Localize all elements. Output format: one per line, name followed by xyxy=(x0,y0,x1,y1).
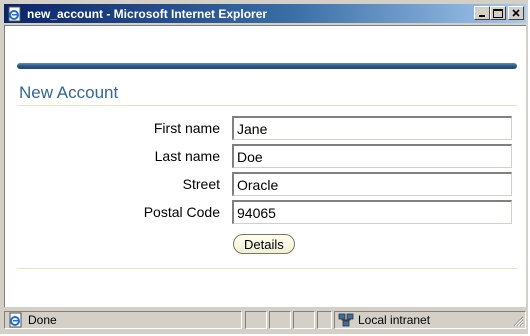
street-label: Street xyxy=(182,176,220,192)
status-pane xyxy=(317,311,332,329)
status-bar: Done Local intranet xyxy=(4,309,526,332)
last-name-label: Last name xyxy=(154,148,220,164)
title-divider xyxy=(17,105,517,106)
intranet-icon xyxy=(338,312,354,328)
browser-window: new_account - Microsoft Internet Explore… xyxy=(0,0,528,334)
maximize-button[interactable] xyxy=(490,6,506,20)
first-name-field[interactable] xyxy=(232,116,512,140)
first-name-label: First name xyxy=(153,120,220,136)
window-title: new_account - Microsoft Internet Explore… xyxy=(27,6,268,21)
bottom-divider xyxy=(17,268,517,269)
ie-page-icon xyxy=(8,312,24,328)
minimize-button[interactable] xyxy=(474,6,490,20)
zone-text: Local intranet xyxy=(358,313,431,327)
minimize-icon xyxy=(475,7,489,19)
brand-bar xyxy=(17,63,517,69)
postal-code-label: Postal Code xyxy=(143,204,220,220)
status-pane xyxy=(269,311,291,329)
caption-buttons xyxy=(474,6,524,20)
last-name-field[interactable] xyxy=(232,144,512,168)
status-main: Done xyxy=(4,311,242,329)
close-icon xyxy=(509,7,523,19)
postal-code-field[interactable] xyxy=(232,200,512,224)
ie-page-icon xyxy=(7,6,23,22)
status-pane xyxy=(245,311,267,329)
page-content: New Account First name Last name Street … xyxy=(4,25,526,307)
status-text: Done xyxy=(28,313,57,327)
street-field[interactable] xyxy=(232,172,512,196)
details-button[interactable]: Details xyxy=(233,234,295,254)
resize-grip-icon[interactable] xyxy=(512,315,524,327)
close-button[interactable] xyxy=(508,6,524,20)
security-zone: Local intranet xyxy=(334,311,526,329)
maximize-icon xyxy=(491,7,505,19)
status-pane xyxy=(293,311,315,329)
page-title: New Account xyxy=(19,83,119,102)
title-bar[interactable]: new_account - Microsoft Internet Explore… xyxy=(4,4,526,23)
